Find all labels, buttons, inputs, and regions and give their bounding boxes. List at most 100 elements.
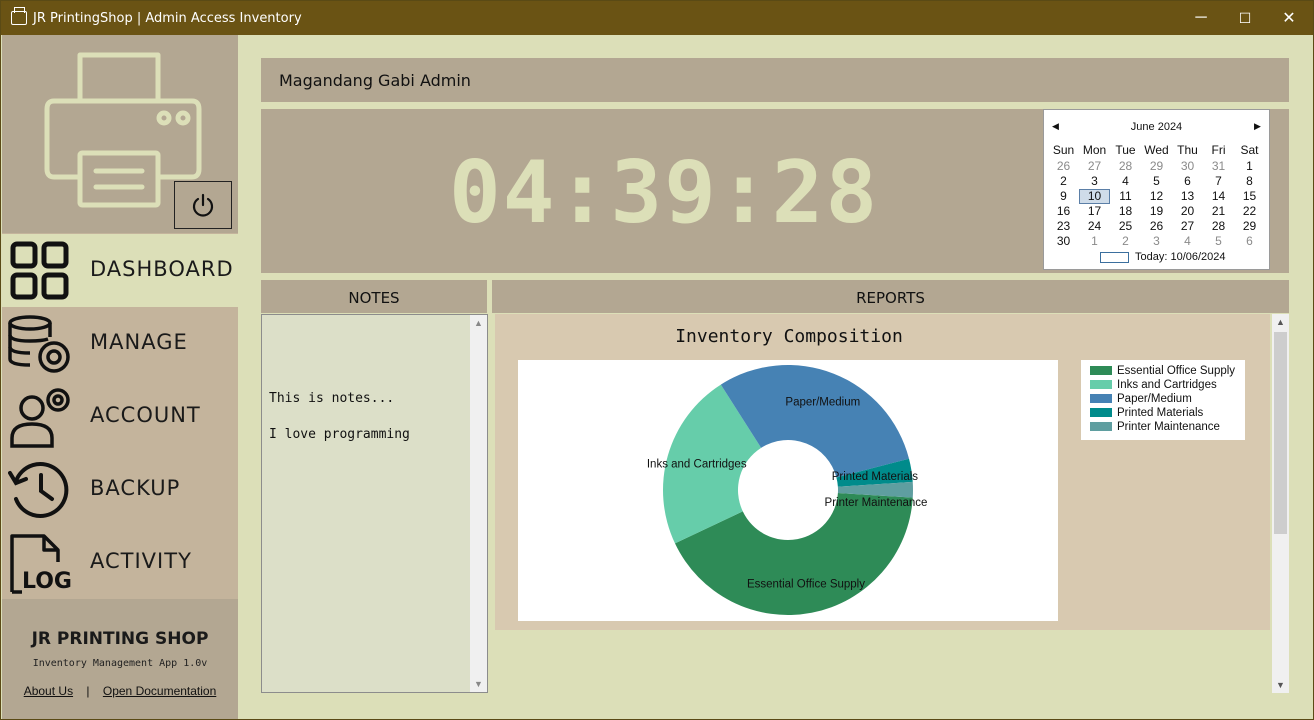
calendar-next-month-icon[interactable]: ▶	[1254, 121, 1261, 132]
calendar-day-cell[interactable]: 14	[1203, 189, 1234, 203]
calendar-day-cell[interactable]: 3	[1079, 174, 1110, 188]
slice-label: Paper/Medium	[785, 397, 860, 409]
nav-account[interactable]: ACCOUNT	[2, 380, 238, 453]
app-window: JR PrintingShop | Admin Access Inventory…	[0, 0, 1314, 720]
nav-dashboard-label: DASHBOARD	[90, 257, 234, 281]
notes-scrollbar[interactable]: ▲ ▼	[470, 315, 487, 692]
shop-name: JR PRINTING SHOP	[31, 629, 209, 649]
calendar-day-cell[interactable]: 5	[1141, 174, 1172, 188]
calendar-day-cell[interactable]: 6	[1234, 234, 1265, 248]
calendar-day-cell[interactable]: 2	[1048, 174, 1079, 188]
legend-swatch	[1090, 422, 1112, 432]
calendar-day-cell[interactable]: 2	[1110, 234, 1141, 248]
calendar-day-cell[interactable]: 11	[1110, 189, 1141, 203]
notes-header: NOTES	[261, 280, 487, 313]
calendar-day-cell[interactable]: 12	[1141, 189, 1172, 203]
calendar-day-header: Fri	[1211, 143, 1226, 157]
nav-activity[interactable]: LOG ACTIVITY	[2, 526, 238, 599]
calendar-day-cell[interactable]: 15	[1234, 189, 1265, 203]
calendar-day-cell[interactable]: 19	[1141, 204, 1172, 218]
calendar-day-cell[interactable]: 25	[1110, 219, 1141, 233]
digital-clock: 04:39:28	[449, 143, 880, 243]
calendar-day-cell[interactable]: 3	[1141, 234, 1172, 248]
scroll-up-icon[interactable]: ▲	[470, 315, 487, 331]
calendar-day-cell[interactable]: 17	[1079, 204, 1110, 218]
notes-textarea[interactable]: This is notes... I love programming ▲ ▼	[261, 314, 488, 693]
calendar-day-cell[interactable]: 30	[1172, 159, 1203, 173]
calendar-day-cell[interactable]: 16	[1048, 204, 1079, 218]
minimize-button[interactable]: ─	[1179, 5, 1223, 31]
calendar-day-cell[interactable]: 30	[1048, 234, 1079, 248]
calendar-day-cell[interactable]: 13	[1172, 189, 1203, 203]
calendar-day-cell[interactable]: 4	[1110, 174, 1141, 188]
footer-links: About Us | Open Documentation	[2, 684, 238, 698]
calendar-day-cell[interactable]: 7	[1203, 174, 1234, 188]
calendar-day-cell[interactable]: 28	[1203, 219, 1234, 233]
legend-label: Inks and Cartridges	[1117, 379, 1217, 391]
calendar-day-header: Sun	[1052, 143, 1075, 157]
calendar-day-header: Tue	[1115, 143, 1136, 157]
calendar-day-cell[interactable]: 5	[1203, 234, 1234, 248]
calendar-day-cell[interactable]: 8	[1234, 174, 1265, 188]
legend-item: Essential Office Supply	[1090, 365, 1235, 379]
power-button[interactable]	[174, 181, 232, 229]
admin-greeting: Magandang Gabi Admin	[279, 71, 471, 90]
nav-manage[interactable]: MANAGE	[2, 307, 238, 380]
app-version: Inventory Management App 1.0v	[32, 658, 208, 669]
calendar-day-cell[interactable]: 4	[1172, 234, 1203, 248]
calendar-day-cell[interactable]: 10	[1079, 189, 1110, 203]
reports-scroll-down-icon[interactable]: ▼	[1272, 677, 1289, 693]
link-separator: |	[86, 684, 90, 698]
calendar-day-cell[interactable]: 21	[1203, 204, 1234, 218]
power-icon	[192, 193, 214, 217]
chart-legend: Essential Office Supply Inks and Cartridg…	[1081, 360, 1245, 440]
calendar-day-cell[interactable]: 27	[1079, 159, 1110, 173]
maximize-button[interactable]: ☐	[1223, 5, 1267, 31]
svg-text:LOG: LOG	[22, 569, 72, 594]
calendar-day-cell[interactable]: 27	[1172, 219, 1203, 233]
nav-manage-label: MANAGE	[90, 330, 188, 354]
legend-item: Printer Maintenance	[1090, 421, 1220, 435]
title-bar[interactable]: JR PrintingShop | Admin Access Inventory…	[1, 1, 1313, 35]
slice-label: Printer Maintenance	[825, 497, 928, 509]
user-gear-icon	[10, 388, 70, 448]
calendar-day-cell[interactable]: 26	[1141, 219, 1172, 233]
calendar-day-cell[interactable]: 24	[1079, 219, 1110, 233]
nav-dashboard[interactable]: DASHBOARD	[2, 234, 238, 307]
calendar-day-cell[interactable]: 18	[1110, 204, 1141, 218]
about-us-link[interactable]: About Us	[24, 684, 73, 698]
reports-scroll-up-icon[interactable]: ▲	[1272, 314, 1289, 330]
calendar-day-cell[interactable]: 23	[1048, 219, 1079, 233]
calendar-month-title[interactable]: June 2024	[1044, 121, 1269, 133]
reports-panel: Inventory Composition Essential Office S…	[495, 314, 1270, 630]
calendar-day-header: Wed	[1144, 143, 1169, 157]
calendar-day-cell[interactable]: 29	[1141, 159, 1172, 173]
reports-scrollbar[interactable]: ▲ ▼	[1272, 314, 1289, 693]
month-calendar[interactable]: ◀ June 2024 ▶ Sun Mon Tue Wed Thu Fri Sat 26 27 2…	[1043, 109, 1270, 270]
calendar-day-header: Thu	[1177, 143, 1198, 157]
notes-content[interactable]: This is notes... I love programming	[269, 390, 410, 444]
reports-scroll-thumb[interactable]	[1274, 332, 1287, 534]
calendar-day-cell[interactable]: 31	[1203, 159, 1234, 173]
calendar-day-cell[interactable]: 1	[1079, 234, 1110, 248]
chart-title: Inventory Composition	[675, 326, 903, 347]
calendar-day-cell[interactable]: 20	[1172, 204, 1203, 218]
calendar-today-label[interactable]: Today: 10/06/2024	[1135, 251, 1226, 263]
calendar-day-cell[interactable]: 9	[1048, 189, 1079, 203]
calendar-day-cell[interactable]: 29	[1234, 219, 1265, 233]
documentation-link[interactable]: Open Documentation	[103, 684, 216, 698]
sidebar-footer: JR PRINTING SHOP Inventory Management Ap…	[2, 599, 238, 719]
calendar-day-cell[interactable]: 22	[1234, 204, 1265, 218]
legend-item: Paper/Medium	[1090, 393, 1192, 407]
calendar-day-cell[interactable]: 6	[1172, 174, 1203, 188]
close-button[interactable]: ✕	[1267, 5, 1311, 31]
nav-backup[interactable]: BACKUP	[2, 453, 238, 526]
today-marker	[1100, 252, 1129, 263]
calendar-day-cell[interactable]: 1	[1234, 159, 1265, 173]
reports-header: REPORTS	[492, 280, 1289, 313]
calendar-day-cell[interactable]: 26	[1048, 159, 1079, 173]
slice-label: Essential Office Supply	[747, 578, 865, 590]
scroll-down-icon[interactable]: ▼	[470, 676, 487, 692]
calendar-day-cell[interactable]: 28	[1110, 159, 1141, 173]
legend-swatch	[1090, 394, 1112, 404]
